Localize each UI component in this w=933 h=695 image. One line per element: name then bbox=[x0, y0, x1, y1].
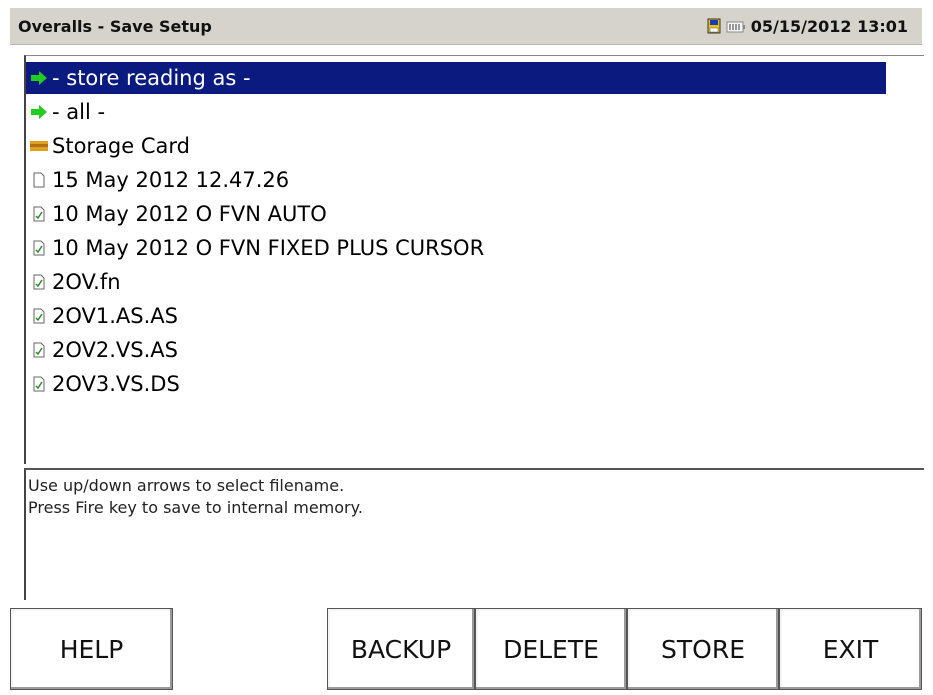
list-item-file[interactable]: 15 May 2012 12.47.26 bbox=[26, 164, 886, 196]
file-checked-icon bbox=[30, 204, 48, 224]
green-arrow-icon bbox=[30, 68, 48, 88]
list-item-store-reading-as[interactable]: - store reading as - bbox=[26, 62, 886, 94]
list-item-file[interactable]: 2OV.fn bbox=[26, 266, 886, 298]
list-item-file[interactable]: 2OV2.VS.AS bbox=[26, 334, 886, 366]
battery-icon bbox=[726, 19, 746, 33]
list-item-label: 2OV3.VS.DS bbox=[52, 372, 180, 396]
file-icon bbox=[30, 170, 48, 190]
storage-card-icon bbox=[707, 18, 721, 34]
list-item-file[interactable]: 10 May 2012 O FVN AUTO bbox=[26, 198, 886, 230]
date-time: 05/15/2012 13:01 bbox=[750, 16, 908, 36]
list-item-label: - store reading as - bbox=[52, 66, 251, 90]
delete-button[interactable]: DELETE bbox=[475, 608, 627, 690]
list-item-label: 10 May 2012 O FVN AUTO bbox=[52, 202, 327, 226]
list-item-all[interactable]: - all - bbox=[26, 96, 886, 128]
file-checked-icon bbox=[30, 306, 48, 326]
list-item-label: - all - bbox=[52, 100, 106, 124]
title-bar: Overalls - Save Setup 05/15/2012 13:01 bbox=[10, 8, 922, 45]
list-item-file[interactable]: 10 May 2012 O FVN FIXED PLUS CURSOR bbox=[26, 232, 886, 264]
window-title: Overalls - Save Setup bbox=[18, 17, 212, 36]
list-item-label: 15 May 2012 12.47.26 bbox=[52, 168, 290, 192]
hint-line: Press Fire key to save to internal memor… bbox=[28, 498, 363, 517]
hint-line: Use up/down arrows to select filename. bbox=[28, 476, 345, 495]
list-item-label: 2OV2.VS.AS bbox=[52, 338, 178, 362]
help-button[interactable]: HELP bbox=[10, 608, 173, 690]
list-item-label: 10 May 2012 O FVN FIXED PLUS CURSOR bbox=[52, 236, 485, 260]
list-item-storage-card[interactable]: Storage Card bbox=[26, 130, 886, 162]
file-list[interactable]: - store reading as - - all - Storage Car… bbox=[24, 55, 924, 464]
list-item-label: Storage Card bbox=[52, 134, 190, 158]
store-button[interactable]: STORE bbox=[627, 608, 779, 690]
list-item-label: 2OV1.AS.AS bbox=[52, 304, 178, 328]
folder-icon bbox=[30, 136, 48, 156]
list-item-file[interactable]: 2OV3.VS.DS bbox=[26, 368, 886, 400]
list-item-file[interactable]: 2OV1.AS.AS bbox=[26, 300, 886, 332]
exit-button[interactable]: EXIT bbox=[779, 608, 922, 690]
softkey-bar: HELP BACKUP DELETE STORE EXIT bbox=[10, 608, 922, 690]
file-checked-icon bbox=[30, 340, 48, 360]
backup-button[interactable]: BACKUP bbox=[327, 608, 475, 690]
hint-panel: Use up/down arrows to select filename. P… bbox=[24, 468, 924, 600]
file-checked-icon bbox=[30, 272, 48, 292]
list-item-label: 2OV.fn bbox=[52, 270, 121, 294]
green-arrow-icon bbox=[30, 102, 48, 122]
file-checked-icon bbox=[30, 238, 48, 258]
file-checked-icon bbox=[30, 374, 48, 394]
device-screen: Overalls - Save Setup 05/15/2012 13:01 -… bbox=[10, 8, 924, 690]
status-area: 05/15/2012 13:01 bbox=[707, 16, 908, 36]
